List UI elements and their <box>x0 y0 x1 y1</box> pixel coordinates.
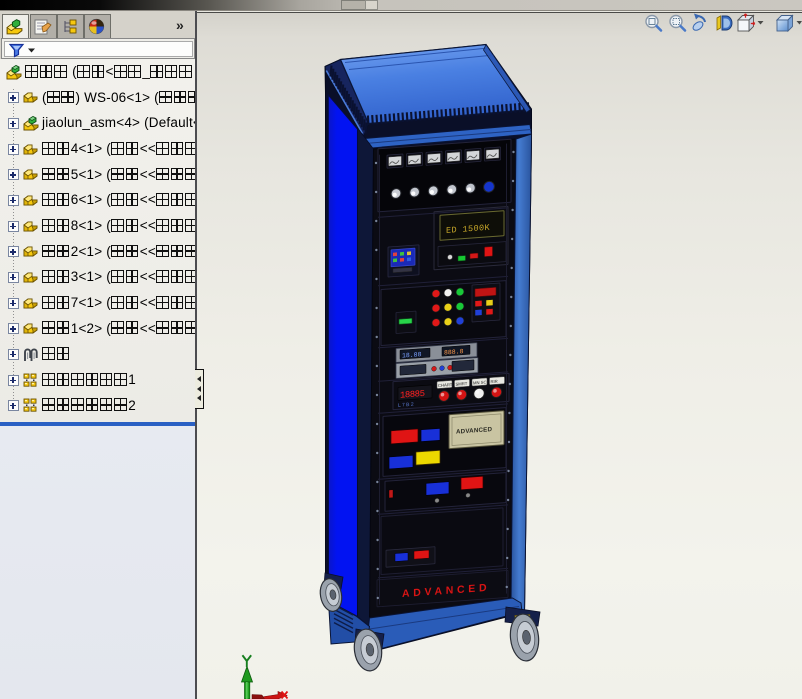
svg-text:CHART: CHART <box>438 382 453 388</box>
svg-text:RIR: RIR <box>491 379 498 385</box>
svg-text:18.88: 18.88 <box>402 351 422 359</box>
svg-text:MN SC: MN SC <box>473 379 486 385</box>
svg-text:SMRT: SMRT <box>456 381 468 387</box>
svg-text:888.8: 888.8 <box>444 348 464 356</box>
svg-text:18885: 18885 <box>400 388 425 401</box>
svg-text:L 7 B 2: L 7 B 2 <box>398 402 414 409</box>
